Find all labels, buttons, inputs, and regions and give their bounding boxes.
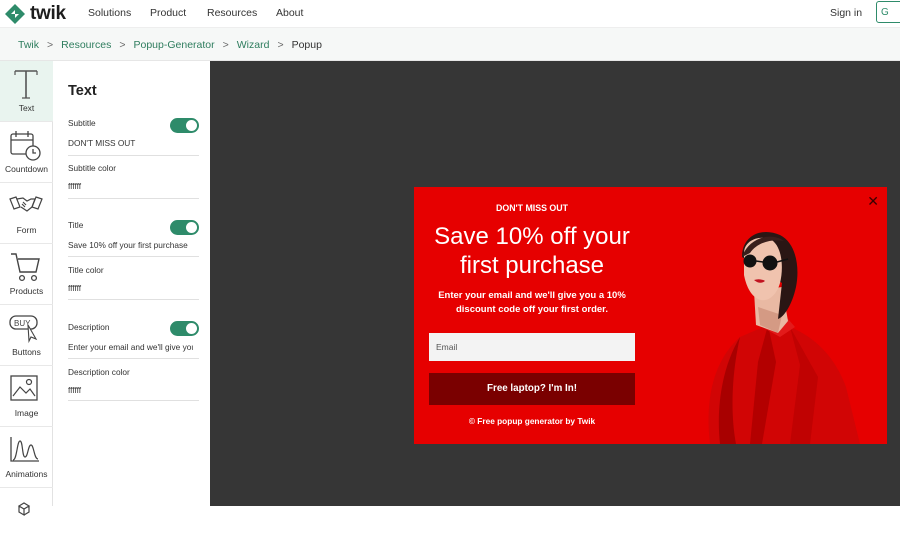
signin-link[interactable]: Sign in <box>830 7 862 19</box>
rail-label-animations: Animations <box>5 469 48 479</box>
countdown-icon <box>10 131 41 161</box>
breadcrumb-popup-generator[interactable]: Popup-Generator <box>133 39 214 51</box>
rail-item-buttons[interactable]: BUY Buttons <box>0 305 53 366</box>
breadcrumb-separator: > <box>47 39 54 51</box>
twik-logo[interactable]: twik <box>4 3 66 25</box>
popup-preview: DON'T MISS OUT Save 10% off your first p… <box>414 187 887 444</box>
animation-icon <box>10 437 39 462</box>
brand-name: twik <box>30 3 66 24</box>
divider <box>68 256 199 257</box>
popup-title: Save 10% off your first purchase <box>434 223 630 279</box>
panel-title: Text <box>68 83 97 99</box>
rail-label-image: Image <box>14 408 39 418</box>
subtitle-color-field[interactable]: ffffff <box>68 181 193 191</box>
close-icon[interactable]: ✕ <box>867 193 879 210</box>
breadcrumb-separator: > <box>119 39 126 51</box>
twik-logo-icon <box>5 4 25 24</box>
nav-solutions[interactable]: Solutions <box>88 7 131 19</box>
popup-submit-button[interactable]: Free laptop? I'm In! <box>429 373 635 405</box>
rail-label-buttons: Buttons <box>12 347 41 357</box>
rail-label-countdown: Countdown <box>4 164 48 174</box>
subtitle-field[interactable]: DON'T MISS OUT <box>68 138 193 148</box>
description-toggle[interactable] <box>170 321 199 336</box>
description-field[interactable]: Enter your email and we'll give you a 10… <box>68 342 193 352</box>
description-color-label: Description color <box>68 367 130 377</box>
rail-label-products: Products <box>9 286 44 296</box>
tool-rail: Text Countdown Form Products BUY Buttons… <box>0 61 53 517</box>
get-started-button[interactable]: G <box>876 1 900 23</box>
popup-footer[interactable]: © Free popup generator by Twik <box>414 416 650 426</box>
handshake-icon <box>9 196 43 212</box>
description-label: Description <box>68 322 110 332</box>
toggle-knob <box>186 222 197 233</box>
image-icon <box>10 375 38 401</box>
title-toggle[interactable] <box>170 220 199 235</box>
breadcrumb-resources[interactable]: Resources <box>61 39 111 51</box>
rail-item-animations[interactable]: Animations <box>0 427 53 488</box>
buy-button-icon: BUY <box>9 315 38 344</box>
breadcrumb-wizard[interactable]: Wizard <box>237 39 270 51</box>
divider <box>68 299 199 300</box>
popup-email-input[interactable] <box>429 333 635 361</box>
title-field[interactable]: Save 10% off your first purchase <box>68 240 193 250</box>
nav-about[interactable]: About <box>276 7 303 19</box>
breadcrumb: Twik > Resources > Popup-Generator > Wiz… <box>18 39 322 51</box>
model-photo <box>708 231 860 444</box>
rail-item-text[interactable]: Text <box>0 61 53 122</box>
nav-resources[interactable]: Resources <box>207 7 257 19</box>
rail-item-products[interactable]: Products <box>0 244 53 305</box>
popup-subtitle: DON'T MISS OUT <box>496 203 568 213</box>
breadcrumb-separator: > <box>277 39 284 51</box>
cube-icon <box>17 502 31 517</box>
rail-item-image[interactable]: Image <box>0 366 53 427</box>
title-color-label: Title color <box>68 265 104 275</box>
rail-label-text: Text <box>18 103 35 113</box>
popup-description: Enter your email and we'll give you a 10… <box>438 290 626 315</box>
divider <box>68 358 199 359</box>
breadcrumb-current: Popup <box>291 39 322 51</box>
rail-item-form[interactable]: Form <box>0 183 53 244</box>
text-settings-panel: Text Subtitle DON'T MISS OUT Subtitle co… <box>53 61 210 506</box>
description-color-field[interactable]: ffffff <box>68 385 193 395</box>
title-label: Title <box>68 220 84 230</box>
divider <box>68 198 199 199</box>
top-navigation: twik Solutions Product Resources About S… <box>0 0 900 28</box>
subtitle-label: Subtitle <box>68 118 96 128</box>
breadcrumb-bar: Twik > Resources > Popup-Generator > Wiz… <box>0 28 900 61</box>
nav-product[interactable]: Product <box>150 7 186 19</box>
rail-label-form: Form <box>16 225 37 235</box>
toggle-knob <box>186 120 197 131</box>
subtitle-color-label: Subtitle color <box>68 163 116 173</box>
breadcrumb-separator: > <box>222 39 229 51</box>
popup-content: DON'T MISS OUT Save 10% off your first p… <box>414 187 650 444</box>
toggle-knob <box>186 323 197 334</box>
breadcrumb-twik[interactable]: Twik <box>18 39 39 51</box>
text-icon <box>14 70 38 99</box>
divider <box>68 155 199 156</box>
rail-item-more[interactable] <box>0 488 53 549</box>
rail-item-countdown[interactable]: Countdown <box>0 122 53 183</box>
divider <box>68 400 199 401</box>
subtitle-toggle[interactable] <box>170 118 199 133</box>
title-color-field[interactable]: ffffff <box>68 283 193 293</box>
cart-icon <box>11 253 40 282</box>
